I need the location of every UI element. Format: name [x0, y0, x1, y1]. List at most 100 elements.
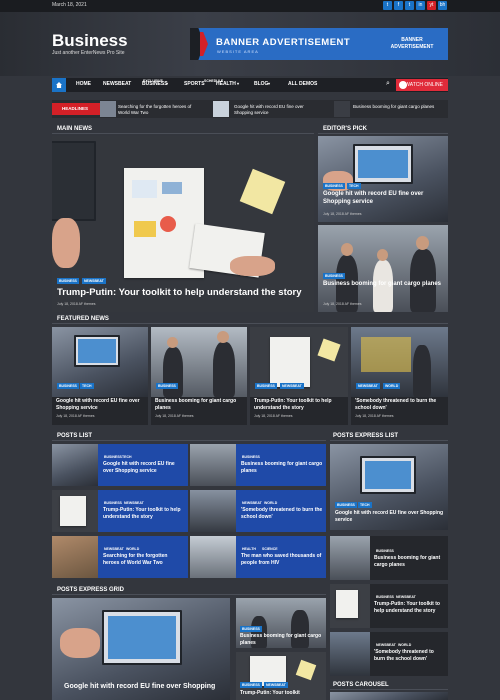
category-tag[interactable]: BUSINESS [323, 273, 345, 279]
post-title[interactable]: 'Somebody threatened to burn the school … [355, 398, 446, 411]
chevron-down-icon: ▾ [166, 81, 169, 86]
category-tag[interactable]: BUSINESS [156, 383, 178, 389]
post-title[interactable]: The man who saved thousands of people fr… [241, 553, 323, 566]
category-tag[interactable]: TECH [358, 502, 372, 508]
post-thumb[interactable] [190, 536, 236, 578]
category-tag[interactable]: NEWSBEAT [240, 500, 264, 506]
category-tag[interactable]: NEWSBEAT [280, 383, 304, 389]
post-title[interactable]: Trump-Putin: Your toolkit to help unders… [103, 507, 185, 520]
editors-pick-image[interactable] [318, 225, 448, 312]
post-title[interactable]: Google hit with record EU fine over Shop… [103, 461, 185, 474]
editors-pick-image[interactable] [318, 136, 448, 222]
category-tag[interactable]: TECH [80, 383, 94, 389]
divider [52, 323, 448, 324]
category-tag[interactable]: TECH [347, 183, 361, 189]
category-tag[interactable]: BUSINESS [335, 502, 357, 508]
post-title[interactable]: 'Somebody threatened to burn the school … [241, 507, 323, 520]
category-tag[interactable]: BUSINESS [374, 594, 396, 600]
nav-newsbeat[interactable]: NEWSBEAT [103, 81, 131, 87]
post-title[interactable]: Business booming for giant cargo planes [240, 633, 324, 646]
post-title[interactable]: Business booming for giant cargo planes [155, 398, 245, 411]
post-thumb[interactable] [330, 536, 370, 580]
category-tag[interactable]: NEWSBEAT [82, 278, 106, 284]
headline-thumb[interactable] [334, 101, 350, 117]
post-title[interactable]: Google hit with record EU fine over Shop… [323, 191, 445, 206]
post-title[interactable]: Google hit with record EU fine over Shop… [56, 398, 146, 411]
category-tag[interactable]: TECH [120, 454, 134, 460]
carousel-image[interactable] [330, 692, 448, 700]
linkedin-icon[interactable]: in [416, 1, 425, 10]
nav-sports[interactable]: SPORTS [184, 81, 205, 87]
main-news-headline[interactable]: Trump-Putin: Your toolkit to help unders… [57, 287, 317, 298]
post-title[interactable]: Trump-Putin: Your toolkit to help unders… [254, 398, 346, 411]
category-tag[interactable]: BUSINESS [57, 278, 79, 284]
post-thumb[interactable] [190, 444, 236, 486]
divider [330, 440, 448, 441]
post-title[interactable]: Business booming for giant cargo planes [323, 281, 445, 289]
category-tag[interactable]: WORLD [124, 546, 141, 552]
category-tag[interactable]: BUSINESS [240, 626, 262, 632]
post-thumb[interactable] [52, 490, 98, 532]
watch-online-button[interactable]: WATCH ONLINE [396, 79, 448, 91]
category-tag[interactable]: NEWSBEAT [394, 594, 418, 600]
category-tag[interactable]: BUSINESS [374, 548, 396, 554]
post-title[interactable]: Searching for the forgotten heroes of Wo… [103, 553, 185, 566]
post-title[interactable]: 'Somebody threatened to burn the school … [374, 649, 446, 662]
post-thumb[interactable] [190, 490, 236, 532]
site-tagline: Just another EnterNews Pro Site [52, 50, 125, 56]
category-tag[interactable]: HEALTH [240, 546, 258, 552]
main-news-image[interactable] [52, 136, 314, 312]
nav-blog[interactable]: BLOG [254, 81, 268, 87]
post-thumb[interactable] [330, 584, 370, 628]
category-tag[interactable]: NEWSBEAT [122, 500, 146, 506]
category-tag[interactable]: NEWSBEAT [264, 682, 288, 688]
category-tag[interactable]: NEWSBEAT [374, 642, 398, 648]
category-tag[interactable]: BUSINESS [57, 383, 79, 389]
category-tag[interactable]: BUSINESS [240, 454, 262, 460]
category-tag[interactable]: WORLD [383, 383, 401, 389]
category-tag[interactable]: BUSINESS [102, 500, 124, 506]
chevron-down-icon: ▾ [268, 81, 271, 86]
category-tag[interactable]: NEWSBEAT [356, 383, 380, 389]
nav-health[interactable]: HEALTH [216, 81, 236, 87]
post-thumb[interactable] [330, 632, 370, 676]
post-thumb[interactable] [52, 444, 98, 486]
posts-express-title: POSTS EXPRESS LIST [333, 433, 399, 439]
headline-thumb[interactable] [100, 101, 116, 117]
category-tag[interactable]: WORLD [396, 642, 413, 648]
headline-item[interactable]: Google hit with record EU fine over Shop… [234, 104, 316, 116]
post-title[interactable]: Trump-Putin: Your toolkit to help unders… [374, 601, 446, 614]
post-title[interactable]: Google hit with record EU fine over Shop… [64, 683, 224, 691]
divider [52, 133, 314, 134]
nav-home[interactable]: HOME [76, 81, 91, 87]
post-meta: July 18, 2018 AF themes [155, 414, 194, 418]
post-title[interactable]: Trump-Putin: Your toolkit [240, 690, 324, 697]
category-tag[interactable]: BUSINESS [240, 682, 262, 688]
behance-icon[interactable]: bh [438, 1, 447, 10]
banner-right-text: BANNER ADVERTISEMENT [390, 37, 434, 50]
site-title[interactable]: Business [52, 31, 128, 51]
category-tag[interactable]: SCIENCE [260, 546, 280, 552]
headline-item[interactable]: Searching for the forgotten heroes of Wo… [118, 104, 200, 116]
category-tag[interactable]: BUSINESS [323, 183, 345, 189]
tumblr-icon[interactable]: t [405, 1, 414, 10]
banner-ad[interactable]: BANNER ADVERTISEMENT WEBSITE AREA BANNER… [190, 28, 448, 60]
search-icon[interactable]: ⌕ [386, 80, 390, 88]
category-tag[interactable]: NEWSBEAT [102, 546, 126, 552]
category-tag[interactable]: BUSINESS [255, 383, 277, 389]
nav-business[interactable]: BUSINESS [142, 81, 168, 87]
home-icon[interactable] [52, 78, 66, 92]
nav-all-demos[interactable]: ALL DEMOS [288, 81, 317, 87]
headline-thumb[interactable] [213, 101, 229, 117]
post-thumb[interactable] [52, 536, 98, 578]
headline-item[interactable]: Business booming for giant cargo planes [353, 104, 448, 110]
post-title[interactable]: Business booming for giant cargo planes [241, 461, 323, 474]
twitter-icon[interactable]: t [383, 1, 392, 10]
featured-news-title: FEATURED NEWS [57, 316, 109, 322]
youtube-icon[interactable]: yt [427, 1, 436, 10]
facebook-icon[interactable]: f [394, 1, 403, 10]
post-meta: July 18, 2018 AF themes [56, 414, 95, 418]
post-title[interactable]: Google hit with record EU fine over Shop… [335, 510, 445, 523]
category-tag[interactable]: WORLD [262, 500, 279, 506]
post-title[interactable]: Business booming for giant cargo planes [374, 555, 446, 568]
